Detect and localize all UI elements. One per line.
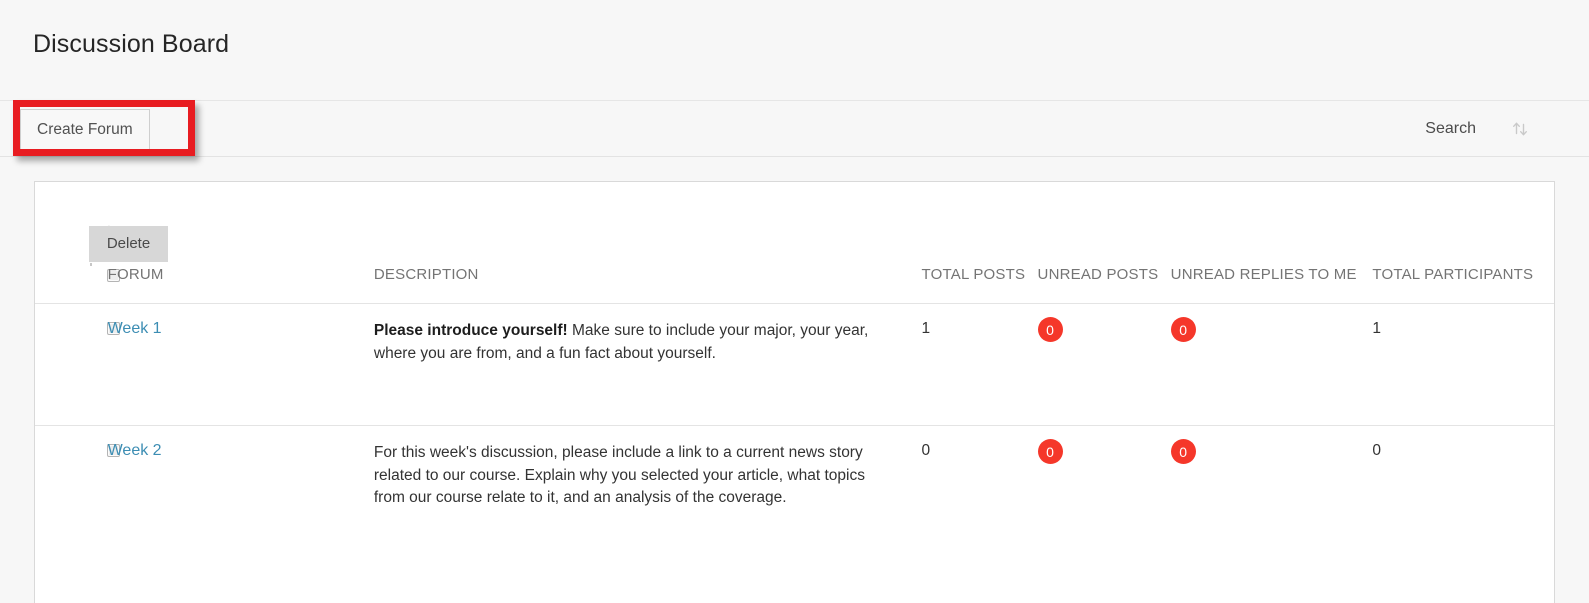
discussion-board-page: Discussion Board Create Forum Search Del…	[0, 0, 1589, 603]
forum-table: FORUM DESCRIPTION TOTAL POSTS UNREAD POS…	[35, 264, 1554, 548]
unread-replies-to-me-cell-badge: 0	[1170, 439, 1196, 464]
description-text: Please introduce yourself! Make sure to …	[373, 322, 869, 362]
total-posts-cell: 1	[921, 303, 1038, 426]
create-forum-button[interactable]: Create Forum	[20, 109, 150, 150]
header-unread-replies-to-me[interactable]: UNREAD REPLIES TO ME	[1171, 264, 1373, 304]
total-participants-cell-value: 1	[1372, 320, 1381, 337]
row-select-cell	[35, 303, 120, 426]
description-emphasis: Please introduce yourself!	[373, 322, 568, 339]
unread-posts-cell-badge: 0	[1037, 439, 1063, 464]
forum-name-cell: Week 2	[107, 425, 374, 548]
table-body: Week 1 Please introduce yourself! Make su…	[35, 303, 1554, 548]
forum-list-card: Delete FORUM DESCRIPTION TOTAL POSTS UNR…	[34, 181, 1555, 603]
description-cell: Please introduce yourself! Make sure to …	[373, 303, 922, 426]
table-row: Week 2 For this week's discussion, please…	[35, 425, 1554, 548]
action-bar: Create Forum Search	[0, 100, 1589, 157]
total-participants-cell: 0	[1372, 425, 1554, 548]
forum-link[interactable]: Week 1	[108, 320, 162, 337]
total-participants-cell-value: 0	[1372, 442, 1381, 459]
total-posts-cell-value: 0	[921, 442, 931, 459]
total-participants-cell: 1	[1372, 303, 1554, 426]
header-forum[interactable]: FORUM	[108, 264, 374, 304]
select-all-header	[35, 264, 120, 304]
header-unread-posts[interactable]: UNREAD POSTS	[1038, 264, 1171, 304]
row-select-cell	[35, 425, 120, 548]
search-button[interactable]: Search	[1425, 120, 1476, 138]
description-cell: For this week's discussion, please inclu…	[373, 425, 922, 548]
table-header-row: FORUM DESCRIPTION TOTAL POSTS UNREAD POS…	[35, 264, 1554, 304]
unread-posts-cell: 0	[1037, 425, 1171, 548]
page-title: Discussion Board	[33, 30, 230, 58]
unread-posts-cell: 0	[1037, 303, 1171, 426]
create-forum-label: Create Forum	[37, 120, 133, 138]
table-header: FORUM DESCRIPTION TOTAL POSTS UNREAD POS…	[35, 264, 1554, 304]
forum-link[interactable]: Week 2	[108, 442, 162, 459]
total-posts-cell: 0	[921, 425, 1038, 548]
header-description[interactable]: DESCRIPTION	[374, 264, 922, 304]
description-text: For this week's discussion, please inclu…	[373, 444, 865, 506]
forum-name-cell: Week 1	[107, 303, 374, 426]
header-total-posts[interactable]: TOTAL POSTS	[922, 264, 1038, 304]
unread-posts-cell-badge: 0	[1037, 317, 1063, 342]
sort-updown-icon[interactable]	[1509, 118, 1531, 140]
total-posts-cell-value: 1	[921, 320, 931, 337]
table-toolbar: Delete	[35, 182, 1554, 266]
unread-replies-to-me-cell-badge: 0	[1170, 317, 1196, 342]
table-row: Week 1 Please introduce yourself! Make su…	[35, 303, 1554, 426]
delete-button[interactable]: Delete	[89, 226, 168, 262]
unread-replies-to-me-cell: 0	[1170, 425, 1373, 548]
unread-replies-to-me-cell: 0	[1170, 303, 1373, 426]
header-total-participants[interactable]: TOTAL PARTICIPANTS	[1372, 264, 1554, 304]
